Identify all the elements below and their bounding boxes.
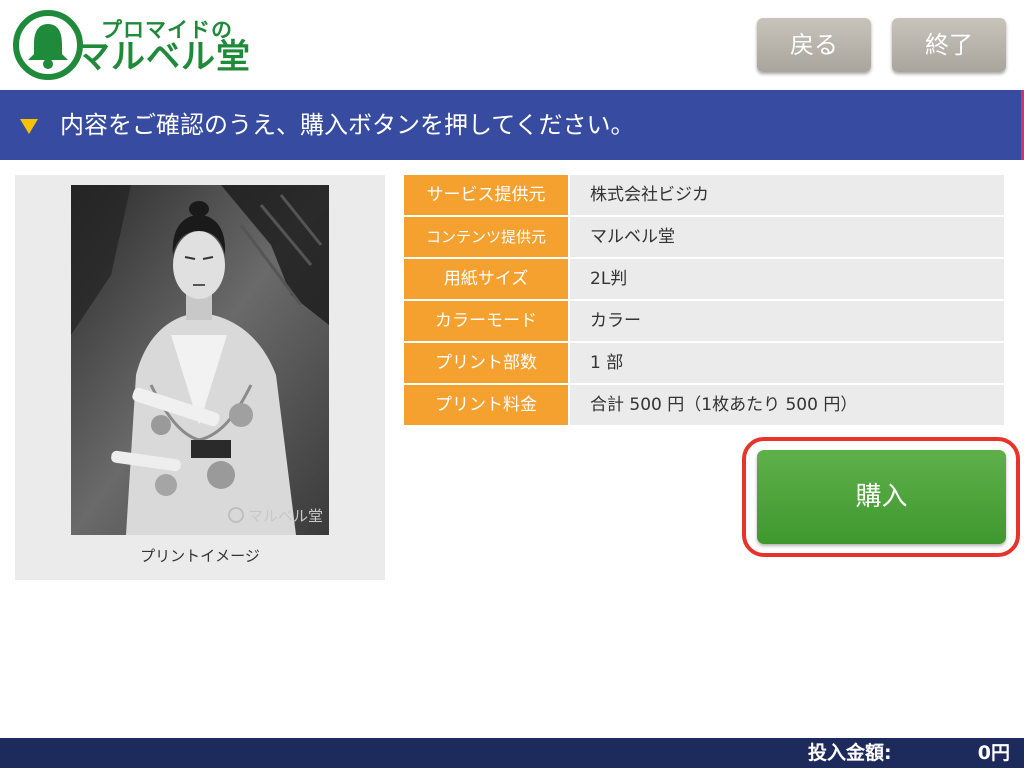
detail-label: プリント料金 (404, 385, 568, 425)
detail-label: コンテンツ提供元 (404, 217, 568, 257)
watermark-text: マルベル堂 (248, 507, 323, 525)
detail-row-content-provider: コンテンツ提供元 マルベル堂 (404, 217, 1004, 257)
detail-row-color-mode: カラーモード カラー (404, 301, 1004, 341)
instruction-text: 内容をご確認のうえ、購入ボタンを押してください。 (60, 111, 635, 139)
detail-label: プリント部数 (404, 343, 568, 383)
detail-value: カラー (570, 301, 1004, 341)
preview-caption: プリントイメージ (140, 547, 260, 565)
logo-brand-name: マルベル堂 (76, 37, 251, 77)
inserted-amount-label: 投入金額: (808, 742, 892, 764)
detail-value: 合計 500 円（1枚あたり 500 円） (570, 385, 1004, 425)
detail-row-print-copies: プリント部数 1 部 (404, 343, 1004, 383)
detail-row-paper-size: 用紙サイズ 2L判 (404, 259, 1004, 299)
bell-logo-icon (13, 10, 83, 80)
detail-row-service-provider: サービス提供元 株式会社ビジカ (404, 175, 1004, 215)
brand-logo: プロマイドの マルベル堂 (13, 10, 253, 80)
triangle-down-icon (20, 119, 38, 134)
footer-bar: 投入金額: 0円 (0, 738, 1024, 768)
detail-label: 用紙サイズ (404, 259, 568, 299)
inserted-amount-value: 0円 (977, 742, 1010, 764)
detail-label: カラーモード (404, 301, 568, 341)
detail-value: マルベル堂 (570, 217, 1004, 257)
instruction-bar: 内容をご確認のうえ、購入ボタンを押してください。 (0, 90, 1024, 160)
detail-row-print-fee: プリント料金 合計 500 円（1枚あたり 500 円） (404, 385, 1004, 425)
detail-label: サービス提供元 (404, 175, 568, 215)
end-button[interactable]: 終了 (892, 18, 1006, 72)
back-button[interactable]: 戻る (757, 18, 871, 72)
detail-value: 株式会社ビジカ (570, 175, 1004, 215)
print-preview-panel: マルベル堂 プリントイメージ (15, 175, 385, 580)
purchase-button[interactable]: 購入 (757, 450, 1006, 544)
print-preview-image: マルベル堂 (71, 185, 329, 535)
detail-value: 1 部 (570, 343, 1004, 383)
detail-value: 2L判 (570, 259, 1004, 299)
